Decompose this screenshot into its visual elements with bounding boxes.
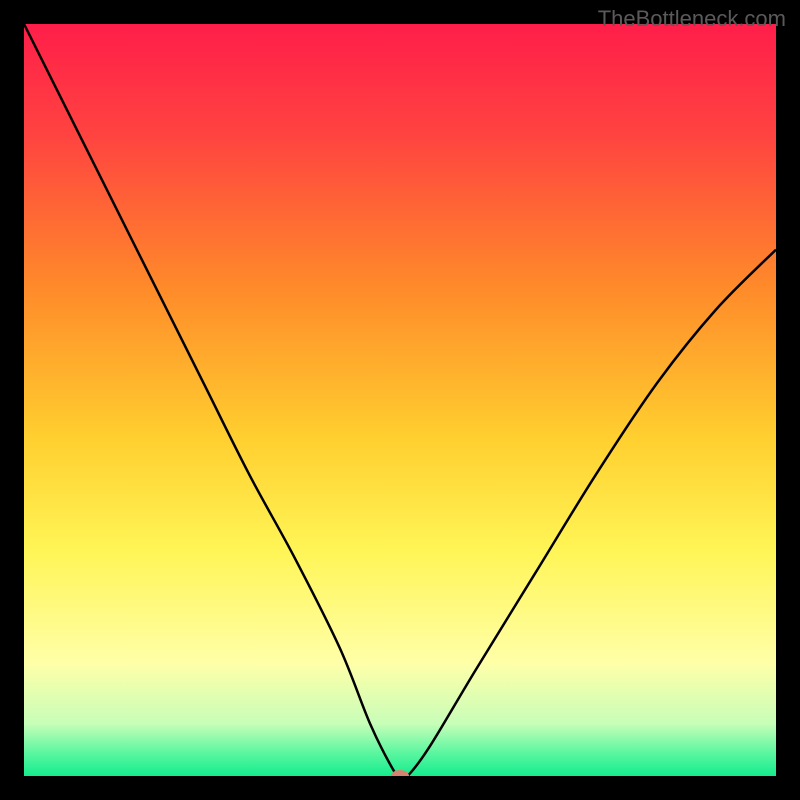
bottleneck-chart — [24, 24, 776, 776]
chart-background — [24, 24, 776, 776]
watermark-label: TheBottleneck.com — [598, 6, 786, 32]
chart-container — [24, 24, 776, 776]
